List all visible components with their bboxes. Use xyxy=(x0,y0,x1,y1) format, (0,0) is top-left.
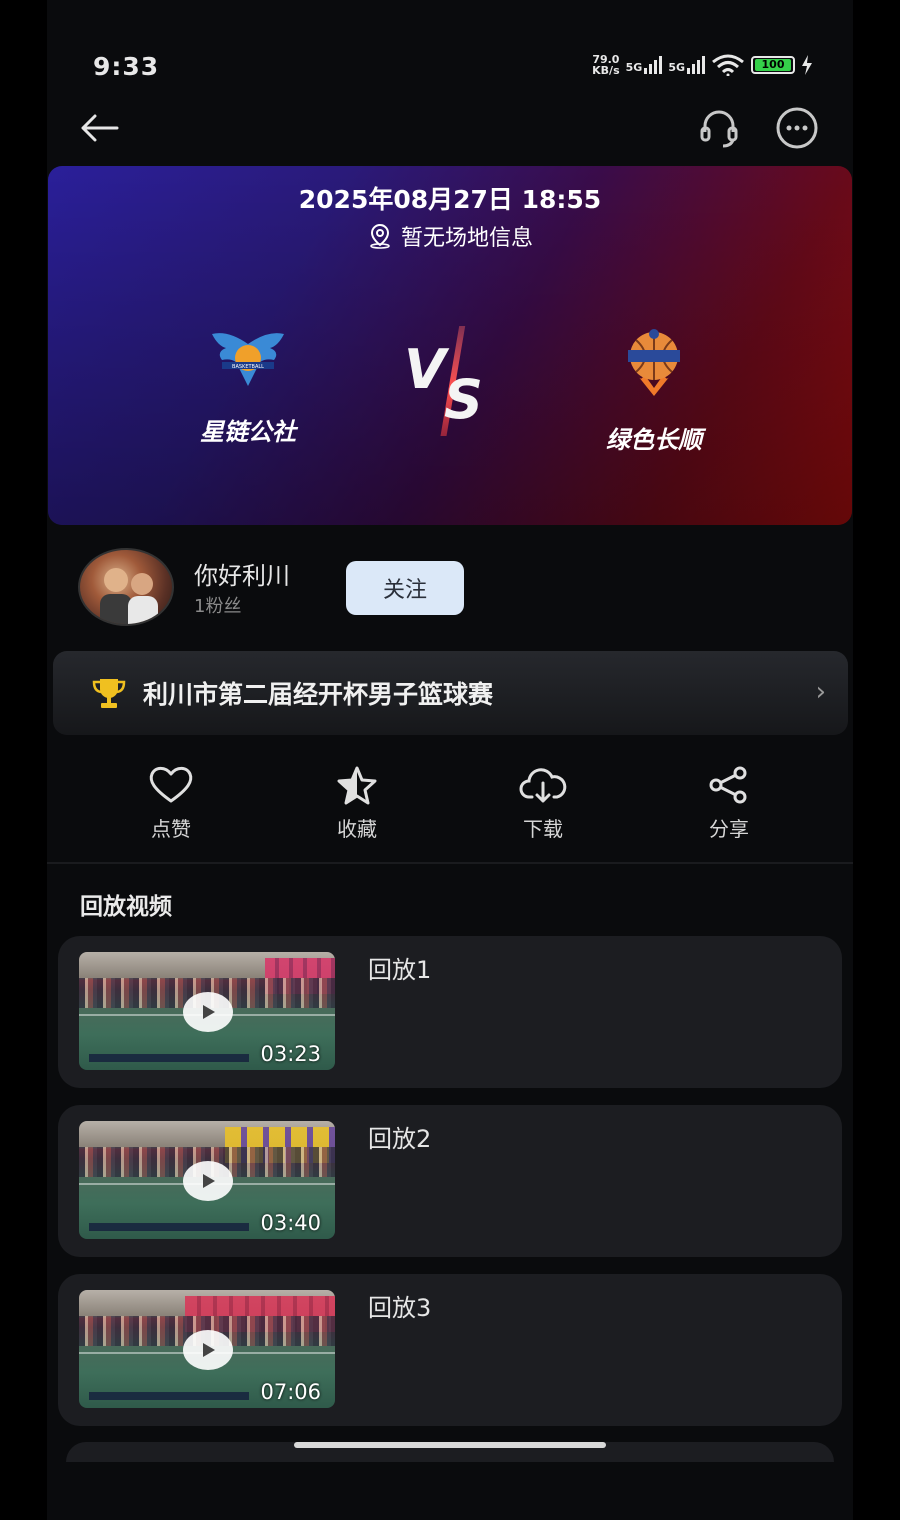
chevron-right-icon: › xyxy=(815,677,826,707)
play-icon[interactable] xyxy=(183,1330,233,1370)
tournament-link[interactable]: 利川市第二届经开杯男子篮球赛 › xyxy=(53,651,848,735)
replay-title: 回放3 xyxy=(368,1294,432,1322)
wifi-icon xyxy=(712,54,744,76)
divider xyxy=(47,862,853,864)
svg-text:S: S xyxy=(444,368,483,431)
replay-section-title: 回放视频 xyxy=(80,894,172,920)
back-arrow-icon[interactable] xyxy=(77,106,121,150)
headset-icon[interactable] xyxy=(697,106,741,150)
replay-title: 回放2 xyxy=(368,1125,432,1153)
match-datetime: 2025年08月27日 18:55 xyxy=(298,185,602,214)
status-bar: 9:33 79.0 KB/s 5G 5G 100 xyxy=(47,40,853,96)
home-team-name: 星链公社 xyxy=(200,418,296,446)
follow-button[interactable]: 关注 xyxy=(346,561,464,615)
location-pin-icon xyxy=(370,223,390,249)
share-button[interactable]: 分享 xyxy=(636,765,822,855)
action-bar: 点赞 收藏 下载 分享 xyxy=(78,765,822,855)
top-nav xyxy=(47,100,853,156)
home-indicator[interactable] xyxy=(294,1442,606,1448)
play-icon[interactable] xyxy=(183,1161,233,1201)
video-thumbnail[interactable]: 03:23 xyxy=(79,952,335,1070)
svg-text:BASKETBALL: BASKETBALL xyxy=(232,364,264,370)
trophy-icon xyxy=(92,679,126,708)
signal-sim2-icon: 5G xyxy=(668,56,705,74)
play-icon[interactable] xyxy=(183,992,233,1032)
home-team-logo: BASKETBALL xyxy=(212,333,284,386)
list-item[interactable]: 03:23 回放1 xyxy=(58,936,842,1088)
download-button[interactable]: 下载 xyxy=(450,765,636,855)
match-banner: 2025年08月27日 18:55 暂无场地信息 BASKETBALL 星链公社… xyxy=(48,166,852,525)
favorite-button[interactable]: 收藏 xyxy=(264,765,450,855)
more-options-icon[interactable] xyxy=(775,106,819,150)
away-team-name: 绿色长顺 xyxy=(606,426,702,454)
tournament-title: 利川市第二届经开杯男子篮球赛 xyxy=(143,680,494,709)
status-indicators: 79.0 KB/s 5G 5G 100 xyxy=(592,54,813,76)
status-time: 9:33 xyxy=(93,52,160,81)
cloud-download-icon xyxy=(519,768,567,803)
video-thumbnail[interactable]: 07:06 xyxy=(79,1290,335,1408)
like-button[interactable]: 点赞 xyxy=(78,765,264,855)
uploader-row: 你好利川 1粉丝 关注 xyxy=(78,548,498,628)
uploader-name[interactable]: 你好利川 xyxy=(194,556,290,591)
uploader-fans: 1粉丝 xyxy=(194,596,242,617)
video-duration: 03:23 xyxy=(260,1042,321,1066)
replay-title: 回放1 xyxy=(368,956,432,984)
video-duration: 07:06 xyxy=(260,1380,321,1404)
away-team-logo xyxy=(628,329,680,396)
signal-sim1-icon: 5G xyxy=(626,56,663,74)
list-item[interactable]: 03:40 回放2 xyxy=(58,1105,842,1257)
video-thumbnail[interactable]: 03:40 xyxy=(79,1121,335,1239)
network-speed: 79.0 KB/s xyxy=(592,53,620,77)
match-venue: 暂无场地信息 xyxy=(48,220,852,252)
star-icon xyxy=(337,766,377,805)
video-duration: 03:40 xyxy=(260,1211,321,1235)
heart-icon xyxy=(149,766,193,803)
vs-graphic: V S xyxy=(404,326,483,436)
share-icon xyxy=(709,766,747,804)
away-team[interactable]: 绿色长顺 xyxy=(554,326,754,455)
avatar[interactable] xyxy=(78,548,174,626)
battery-icon: 100 xyxy=(751,56,795,74)
list-item[interactable]: 07:06 回放3 xyxy=(58,1274,842,1426)
replay-list: 03:23 回放1 03:40 回放2 07:06 回放3 xyxy=(58,936,842,1443)
home-team[interactable]: BASKETBALL 星链公社 xyxy=(148,326,348,447)
charging-icon xyxy=(802,55,812,75)
